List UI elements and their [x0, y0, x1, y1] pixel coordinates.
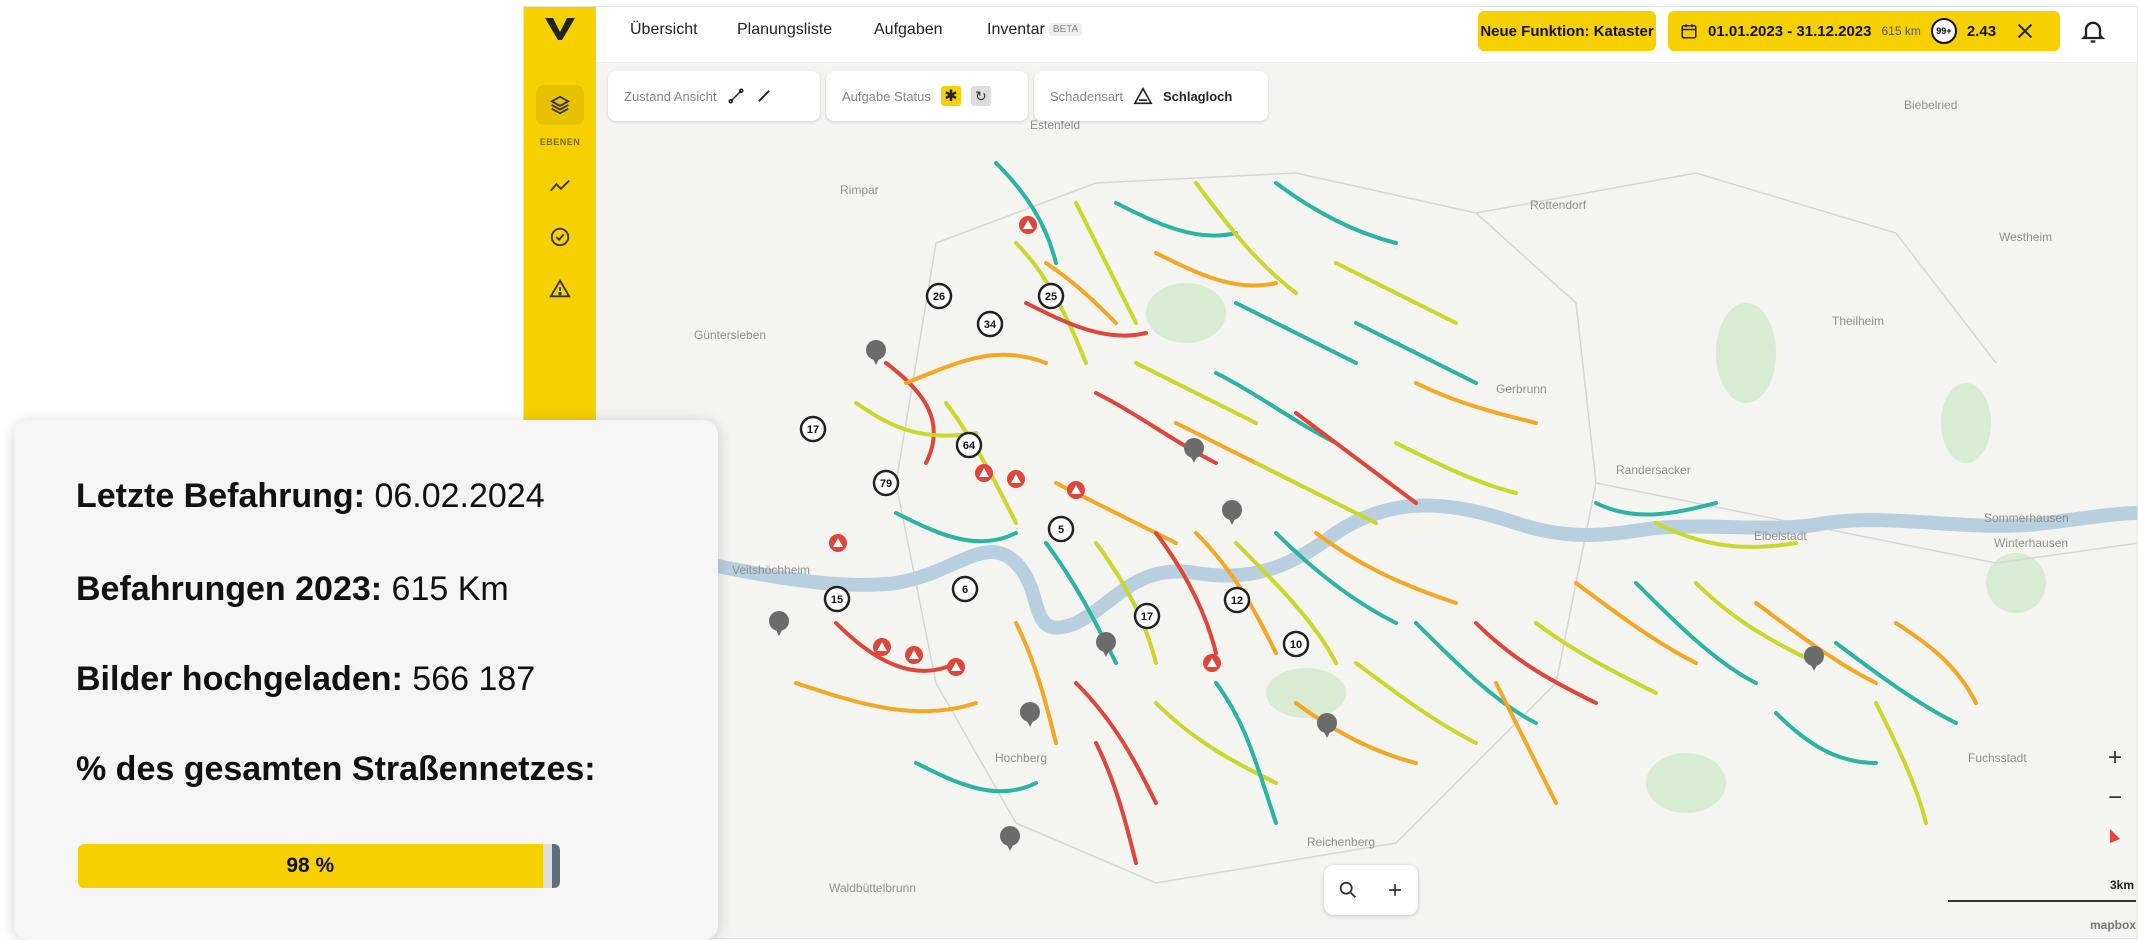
place-label: Veitshöchheim	[732, 563, 810, 577]
svg-text:25: 25	[1045, 291, 1057, 303]
refresh-icon: ↻	[970, 86, 991, 106]
date-km: 615 km	[1881, 24, 1921, 38]
cluster-marker[interactable]: 64	[955, 431, 983, 459]
date-filter[interactable]: 01.01.2023 - 31.12.2023 615 km 99+ 2.43	[1668, 11, 2060, 51]
cluster-marker[interactable]: 15	[823, 585, 851, 613]
place-label: Sommerhausen	[1984, 511, 2069, 525]
schadensart-value: Schlagloch	[1163, 88, 1233, 104]
svg-text:79: 79	[880, 478, 892, 490]
place-label: Theilheim	[1832, 314, 1884, 328]
top-bar: Übersicht Planungsliste Aufgaben Inventa…	[596, 7, 2137, 63]
place-label: Waldbüttelbrunn	[829, 881, 916, 895]
cluster-marker[interactable]: 6	[951, 575, 979, 603]
bell-icon[interactable]	[2079, 17, 2107, 45]
stat-last-drive: Letzte Befahrung: 06.02.2024	[76, 477, 545, 515]
zoom-in-icon[interactable]: +	[2108, 744, 2122, 771]
place-label: Eibelstadt	[1754, 529, 1807, 543]
pothole-marker-icon[interactable]	[1007, 470, 1025, 488]
sun-icon: ✱	[940, 86, 961, 106]
score-value: 2.43	[1966, 22, 1997, 40]
zustand-filter[interactable]: Zustand Ansicht	[608, 71, 820, 121]
place-label: Biebelried	[1904, 98, 1957, 112]
svg-text:6: 6	[962, 584, 968, 596]
svg-text:17: 17	[807, 424, 819, 436]
pothole-marker-icon[interactable]	[873, 638, 891, 656]
schadensart-label: Schadensart	[1050, 88, 1123, 104]
schadensart-filter[interactable]: Schadensart Schlagloch	[1034, 71, 1268, 121]
svg-text:10: 10	[1290, 639, 1302, 651]
place-label: Westheim	[1999, 230, 2052, 244]
aufgabe-label: Aufgabe Status	[842, 88, 931, 104]
place-label: Gerbrunn	[1496, 382, 1547, 396]
cluster-marker[interactable]: 25	[1037, 282, 1065, 310]
map-search-control	[1324, 865, 1418, 915]
svg-text:26: 26	[933, 291, 945, 303]
place-label: Rimpar	[840, 183, 879, 197]
network-progress-bar: 98 %	[78, 844, 560, 888]
place-label: Rottendorf	[1530, 198, 1587, 212]
search-icon[interactable]	[1337, 879, 1359, 901]
cluster-marker[interactable]: 5	[1047, 515, 1075, 543]
stats-card: Letzte Befahrung: 06.02.2024 Befahrungen…	[14, 420, 718, 940]
new-feature-button[interactable]: Neue Funktion: Kataster	[1478, 11, 1656, 51]
svg-text:12: 12	[1231, 595, 1243, 607]
beta-badge: BETA	[1048, 23, 1083, 37]
svg-text:15: 15	[831, 594, 843, 606]
scale-label: 3km	[2110, 878, 2134, 892]
trend-icon[interactable]	[536, 167, 584, 207]
cluster-marker[interactable]: 79	[872, 469, 900, 497]
aufgabe-filter[interactable]: Aufgabe Status ✱ ↻	[826, 71, 1028, 121]
route-icon	[728, 88, 743, 104]
cluster-marker[interactable]: 17	[799, 415, 827, 443]
place-label: Hochberg	[995, 751, 1047, 765]
pothole-marker-icon[interactable]	[1067, 481, 1085, 499]
network-progress-fill: 98 %	[78, 844, 543, 888]
pothole-marker-icon[interactable]	[1019, 216, 1037, 234]
pothole-marker-icon[interactable]	[947, 658, 965, 676]
cluster-marker[interactable]: 17	[1133, 602, 1161, 630]
app-window: EBENEN Übersicht Planungsliste Aufgaben …	[523, 6, 2138, 939]
nav-uebersicht[interactable]: Übersicht	[630, 21, 698, 39]
score-badge: 99+	[1930, 18, 1957, 44]
svg-text:34: 34	[984, 319, 997, 331]
close-icon[interactable]	[2014, 20, 2036, 42]
pothole-marker-icon[interactable]	[905, 646, 923, 664]
cluster-marker[interactable]: 10	[1282, 630, 1310, 658]
pothole-marker-icon[interactable]	[1203, 654, 1221, 672]
logo[interactable]	[524, 7, 596, 51]
zustand-label: Zustand Ansicht	[624, 88, 717, 104]
mapbox-attribution[interactable]: mapbox	[2090, 918, 2136, 932]
warning-icon[interactable]	[536, 269, 584, 309]
route-alt-icon	[757, 90, 770, 102]
calendar-icon	[1681, 24, 1697, 39]
road-condition-map[interactable]: Rimpar Rottendorf Güntersleben Theilheim…	[596, 63, 2138, 939]
svg-text:17: 17	[1141, 611, 1153, 623]
place-label: Winterhausen	[1994, 536, 2068, 550]
place-label: Randersacker	[1616, 463, 1691, 477]
cluster-marker[interactable]: 12	[1223, 586, 1251, 614]
cluster-marker[interactable]: 34	[976, 310, 1004, 338]
stat-network-label: % des gesamten Straßennetzes:	[76, 750, 596, 788]
pothole-marker-icon[interactable]	[975, 464, 993, 482]
place-label: Güntersleben	[694, 328, 766, 342]
stat-drives: Befahrungen 2023: 615 Km	[76, 570, 509, 608]
place-label: Reichenberg	[1307, 835, 1375, 849]
sidebar-layers-label: EBENEN	[539, 137, 581, 147]
nav-inventar[interactable]: Inventar BETA	[987, 21, 1083, 39]
svg-text:64: 64	[963, 440, 976, 452]
stat-images: Bilder hochgeladen: 566 187	[76, 660, 536, 698]
add-icon[interactable]	[1385, 880, 1405, 900]
layers-icon[interactable]	[536, 85, 584, 125]
svg-text:5: 5	[1058, 524, 1064, 536]
place-label: Fuchsstadt	[1968, 751, 2027, 765]
pothole-marker-icon[interactable]	[829, 534, 847, 552]
date-range: 01.01.2023 - 31.12.2023	[1708, 22, 1872, 40]
zoom-out-icon[interactable]: −	[2108, 784, 2122, 811]
nav-aufgaben[interactable]: Aufgaben	[874, 21, 943, 39]
nav-planungsliste[interactable]: Planungsliste	[737, 21, 832, 39]
pothole-icon	[1133, 87, 1153, 105]
cluster-marker[interactable]: 26	[925, 282, 953, 310]
check-circle-icon[interactable]	[536, 217, 584, 257]
